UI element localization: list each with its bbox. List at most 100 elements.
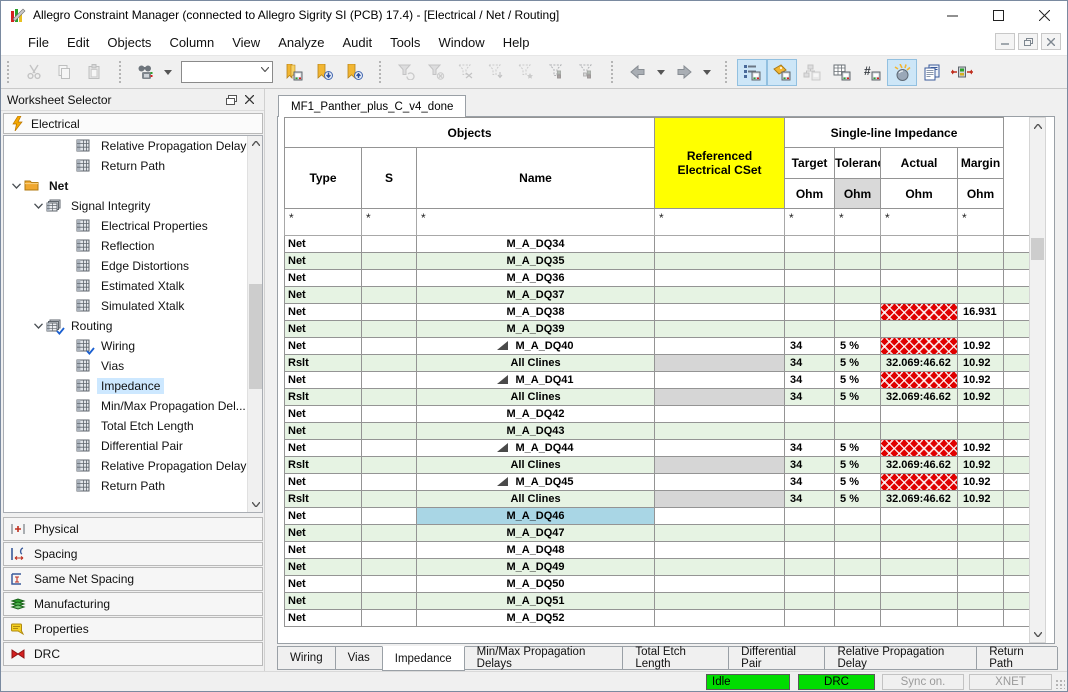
cell-tolerance[interactable]	[835, 406, 881, 423]
group-header-single-line-impedance[interactable]: Single-line Impedance	[785, 118, 1004, 148]
cell-type[interactable]: Net	[285, 423, 362, 440]
cell-target[interactable]	[785, 542, 835, 559]
cell-target[interactable]	[785, 406, 835, 423]
expand-triangle-icon[interactable]	[497, 341, 508, 350]
unit-header-tolerance[interactable]: Ohm	[835, 179, 881, 209]
cell-name[interactable]: M_A_DQ45	[417, 474, 655, 491]
cell-name[interactable]: M_A_DQ37	[417, 287, 655, 304]
minimize-button[interactable]	[929, 1, 975, 29]
cell-tolerance[interactable]	[835, 423, 881, 440]
menu-tools[interactable]: Tools	[381, 31, 429, 54]
cell-target[interactable]: 34	[785, 389, 835, 406]
cell-referenced-cset[interactable]	[655, 440, 785, 457]
tree-item-total-etch-length[interactable]: Total Etch Length	[4, 416, 262, 436]
cross-probe-icon[interactable]	[947, 59, 977, 86]
cell-s[interactable]	[362, 576, 417, 593]
cell-referenced-cset[interactable]	[655, 576, 785, 593]
cell-name[interactable]: M_A_DQ42	[417, 406, 655, 423]
cell-margin[interactable]	[958, 525, 1004, 542]
cell-name[interactable]: M_A_DQ36	[417, 270, 655, 287]
cell-type[interactable]: Net	[285, 440, 362, 457]
cell-target[interactable]	[785, 321, 835, 338]
cell-target[interactable]: 34	[785, 338, 835, 355]
cell-referenced-cset[interactable]	[655, 253, 785, 270]
cell-type[interactable]: Net	[285, 559, 362, 576]
mdi-close[interactable]	[1041, 33, 1061, 50]
cell-type[interactable]: Net	[285, 576, 362, 593]
cell-tolerance[interactable]: 5 %	[835, 389, 881, 406]
cell-margin[interactable]: 10.92	[958, 355, 1004, 372]
filter-cell-target[interactable]: *	[785, 209, 835, 236]
menu-edit[interactable]: Edit	[58, 31, 98, 54]
cell-tolerance[interactable]	[835, 542, 881, 559]
cell-margin[interactable]	[958, 423, 1004, 440]
cell-name[interactable]: All Clines	[417, 355, 655, 372]
cell-type[interactable]: Net	[285, 304, 362, 321]
cell-tolerance[interactable]	[835, 236, 881, 253]
cell-margin[interactable]	[958, 236, 1004, 253]
table-scrollbar[interactable]	[1029, 117, 1046, 643]
cell-name[interactable]: All Clines	[417, 491, 655, 508]
tree-item-relative-propagation-delay[interactable]: Relative Propagation Delay	[4, 136, 262, 156]
cell-referenced-cset[interactable]	[655, 542, 785, 559]
cell-margin[interactable]	[958, 593, 1004, 610]
cell-margin[interactable]: 10.92	[958, 474, 1004, 491]
cell-margin[interactable]	[958, 559, 1004, 576]
section-spacing[interactable]: Spacing	[3, 542, 263, 566]
cell-margin[interactable]	[958, 508, 1004, 525]
cell-referenced-cset[interactable]	[655, 321, 785, 338]
cell-s[interactable]	[362, 236, 417, 253]
cell-actual[interactable]	[881, 270, 958, 287]
cell-s[interactable]	[362, 338, 417, 355]
expand-triangle-icon[interactable]	[497, 443, 508, 452]
cell-tolerance[interactable]	[835, 610, 881, 627]
cell-s[interactable]	[362, 610, 417, 627]
tree-item-relative-propagation-delay[interactable]: Relative Propagation Delay	[4, 456, 262, 476]
cell-margin[interactable]	[958, 321, 1004, 338]
cell-actual[interactable]	[881, 542, 958, 559]
expand-triangle-icon[interactable]	[497, 375, 508, 384]
cell-referenced-cset[interactable]	[655, 474, 785, 491]
cell-referenced-cset[interactable]	[655, 304, 785, 321]
cell-tolerance[interactable]: 5 %	[835, 372, 881, 389]
chevron-down-icon[interactable]	[32, 203, 44, 209]
cell-referenced-cset[interactable]	[655, 236, 785, 253]
unit-header-margin[interactable]: Ohm	[958, 179, 1004, 209]
cell-s[interactable]	[362, 542, 417, 559]
cell-margin[interactable]: 10.92	[958, 338, 1004, 355]
cell-actual[interactable]: 32.069:46.62	[881, 491, 958, 508]
cell-margin[interactable]: 10.92	[958, 491, 1004, 508]
cell-referenced-cset[interactable]	[655, 338, 785, 355]
cell-referenced-cset[interactable]	[655, 559, 785, 576]
cell-name[interactable]: M_A_DQ41	[417, 372, 655, 389]
filter-cell-s[interactable]: *	[362, 209, 417, 236]
cell-referenced-cset[interactable]	[655, 355, 785, 372]
cell-tolerance[interactable]	[835, 270, 881, 287]
cell-tolerance[interactable]	[835, 508, 881, 525]
cell-margin[interactable]: 16.931	[958, 304, 1004, 321]
cell-target[interactable]: 34	[785, 474, 835, 491]
goto-worksheet-icon[interactable]	[279, 59, 309, 86]
tree-item-vias[interactable]: Vias	[4, 356, 262, 376]
cell-target[interactable]	[785, 576, 835, 593]
cell-margin[interactable]	[958, 270, 1004, 287]
menu-audit[interactable]: Audit	[333, 31, 381, 54]
cell-referenced-cset[interactable]	[655, 406, 785, 423]
cell-target[interactable]: 34	[785, 457, 835, 474]
cell-name[interactable]: M_A_DQ38	[417, 304, 655, 321]
cell-actual[interactable]	[881, 525, 958, 542]
cell-s[interactable]	[362, 593, 417, 610]
tab-return-path[interactable]: Return Path	[976, 647, 1058, 670]
cell-margin[interactable]	[958, 406, 1004, 423]
mdi-minimize[interactable]	[995, 33, 1015, 50]
filter-cell-actual[interactable]: *	[881, 209, 958, 236]
menu-window[interactable]: Window	[429, 31, 493, 54]
cell-type[interactable]: Net	[285, 253, 362, 270]
tree-item-return-path[interactable]: Return Path	[4, 156, 262, 176]
menu-help[interactable]: Help	[494, 31, 539, 54]
cell-target[interactable]	[785, 559, 835, 576]
cell-name[interactable]: All Clines	[417, 389, 655, 406]
cell-name[interactable]: M_A_DQ39	[417, 321, 655, 338]
cell-actual[interactable]	[881, 508, 958, 525]
cell-s[interactable]	[362, 321, 417, 338]
